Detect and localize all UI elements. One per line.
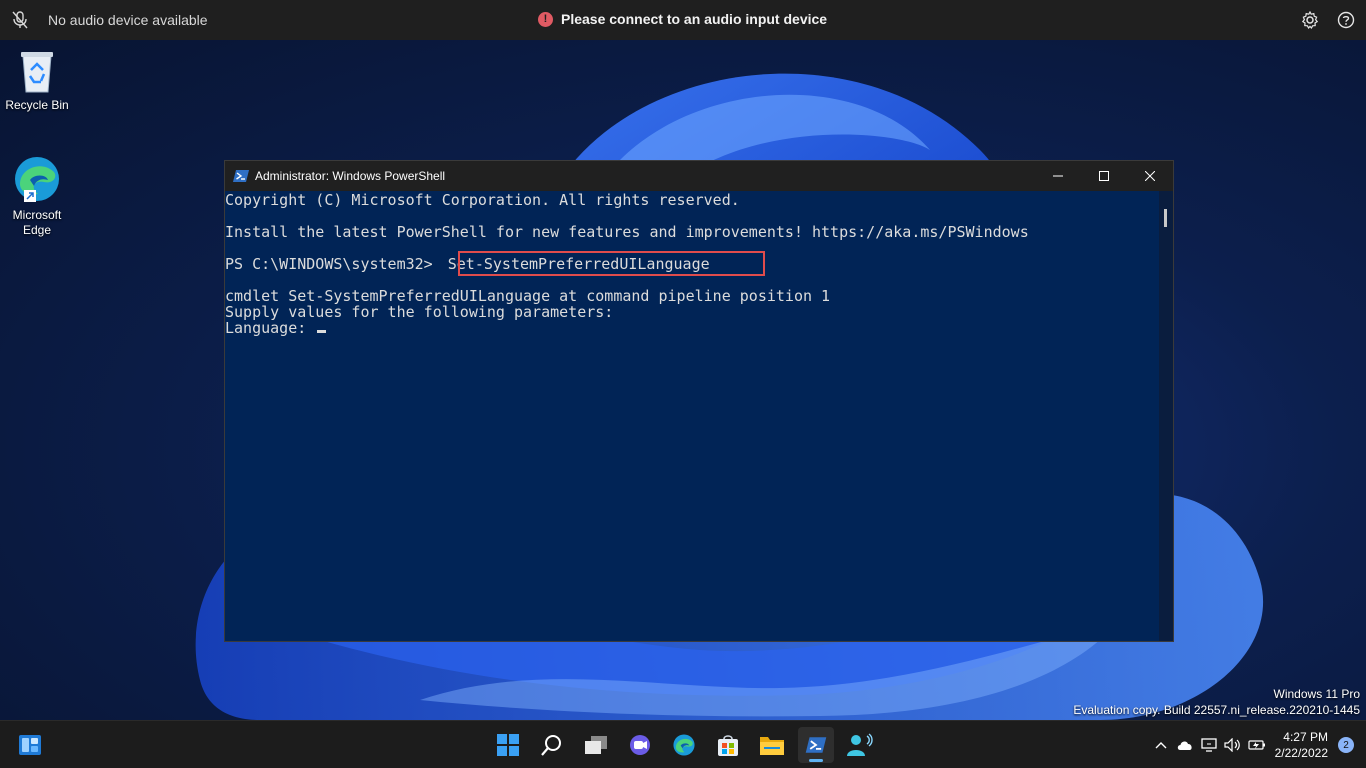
notification-badge[interactable]: 2 [1338, 737, 1354, 753]
speaker-icon[interactable] [1221, 733, 1245, 757]
search-button[interactable] [534, 727, 570, 763]
task-view-icon [585, 736, 607, 754]
close-button[interactable] [1127, 161, 1173, 191]
language-prompt: Language: [225, 319, 316, 337]
widgets-button[interactable] [12, 727, 48, 763]
close-icon [1145, 171, 1155, 181]
console-line-cmdlet: cmdlet Set-SystemPreferredUILanguage at … [225, 287, 831, 305]
edge-icon [15, 157, 59, 202]
powershell-icon [805, 737, 827, 753]
display-icon[interactable] [1197, 733, 1221, 757]
desktop-icon-edge[interactable]: Microsoft Edge [0, 154, 74, 238]
maximize-button[interactable] [1081, 161, 1127, 191]
text-cursor [317, 330, 327, 333]
console-scrollbar[interactable] [1159, 191, 1173, 641]
console-line-supply: Supply values for the following paramete… [225, 303, 614, 321]
chevron-up-icon[interactable] [1149, 733, 1173, 757]
store-icon [718, 735, 738, 756]
clock-date: 2/22/2022 [1274, 746, 1328, 760]
recycle-bin-icon [21, 52, 53, 93]
file-explorer-button[interactable] [754, 727, 790, 763]
audio-warning: ! Please connect to an audio input devic… [538, 11, 827, 27]
edge-taskbar-button[interactable] [666, 727, 702, 763]
prompt-text: PS C:\WINDOWS\system32> [225, 255, 442, 273]
audio-status-text: No audio device available [48, 12, 208, 28]
warning-message: Please connect to an audio input device [561, 11, 828, 27]
chat-button[interactable] [622, 727, 658, 763]
gear-icon[interactable] [1300, 10, 1320, 30]
edge-icon [673, 734, 695, 756]
start-button[interactable] [490, 727, 526, 763]
minimize-button[interactable] [1035, 161, 1081, 191]
desktop-icon-recycle-bin[interactable]: Recycle Bin [0, 48, 74, 113]
command-highlight-box [458, 251, 765, 276]
desktop-icon-label: Recycle Bin [5, 98, 69, 112]
chat-icon [630, 735, 650, 755]
system-tray: 4:27 PM 2/22/2022 2 [1149, 721, 1366, 768]
folder-icon [760, 737, 784, 755]
audio-notification-bar: No audio device available ! Please conne… [0, 0, 1366, 40]
desktop-icon-label: Microsoft Edge [12, 208, 62, 237]
search-icon [541, 735, 561, 756]
console-line-language[interactable]: Language: [225, 319, 327, 337]
onedrive-cloud-icon[interactable] [1173, 733, 1197, 757]
windows-start-icon [497, 734, 519, 756]
clock-time: 4:27 PM [1283, 730, 1328, 744]
people-icon [847, 733, 873, 756]
taskbar: 4:27 PM 2/22/2022 2 [0, 720, 1366, 768]
people-button[interactable] [842, 727, 878, 763]
powershell-window[interactable]: Administrator: Windows PowerShell Copyri… [224, 160, 1174, 642]
battery-icon[interactable] [1245, 733, 1269, 757]
maximize-icon [1099, 171, 1109, 181]
warning-icon: ! [538, 11, 553, 27]
windows-watermark: Windows 11 Pro Evaluation copy. Build 22… [1073, 686, 1360, 718]
minimize-icon [1053, 175, 1063, 177]
window-title: Administrator: Windows PowerShell [255, 169, 446, 183]
build-text: Evaluation copy. Build 22557.ni_release.… [1073, 703, 1360, 717]
edition-text: Windows 11 Pro [1273, 687, 1360, 701]
task-view-button[interactable] [578, 727, 614, 763]
powershell-icon [233, 170, 249, 182]
console-output[interactable]: Copyright (C) Microsoft Corporation. All… [225, 191, 1161, 641]
widgets-icon [19, 735, 41, 755]
console-line-install: Install the latest PowerShell for new fe… [225, 223, 1029, 241]
window-controls [1035, 161, 1173, 191]
scrollbar-thumb[interactable] [1164, 209, 1167, 227]
mic-muted-icon[interactable] [0, 0, 40, 40]
help-icon[interactable] [1336, 10, 1356, 30]
console-line-copyright: Copyright (C) Microsoft Corporation. All… [225, 191, 740, 209]
window-titlebar[interactable]: Administrator: Windows PowerShell [225, 161, 1173, 191]
topbar-actions [1300, 10, 1356, 30]
powershell-taskbar-button[interactable] [798, 727, 834, 763]
store-button[interactable] [710, 727, 746, 763]
taskbar-clock[interactable]: 4:27 PM 2/22/2022 [1275, 729, 1328, 761]
